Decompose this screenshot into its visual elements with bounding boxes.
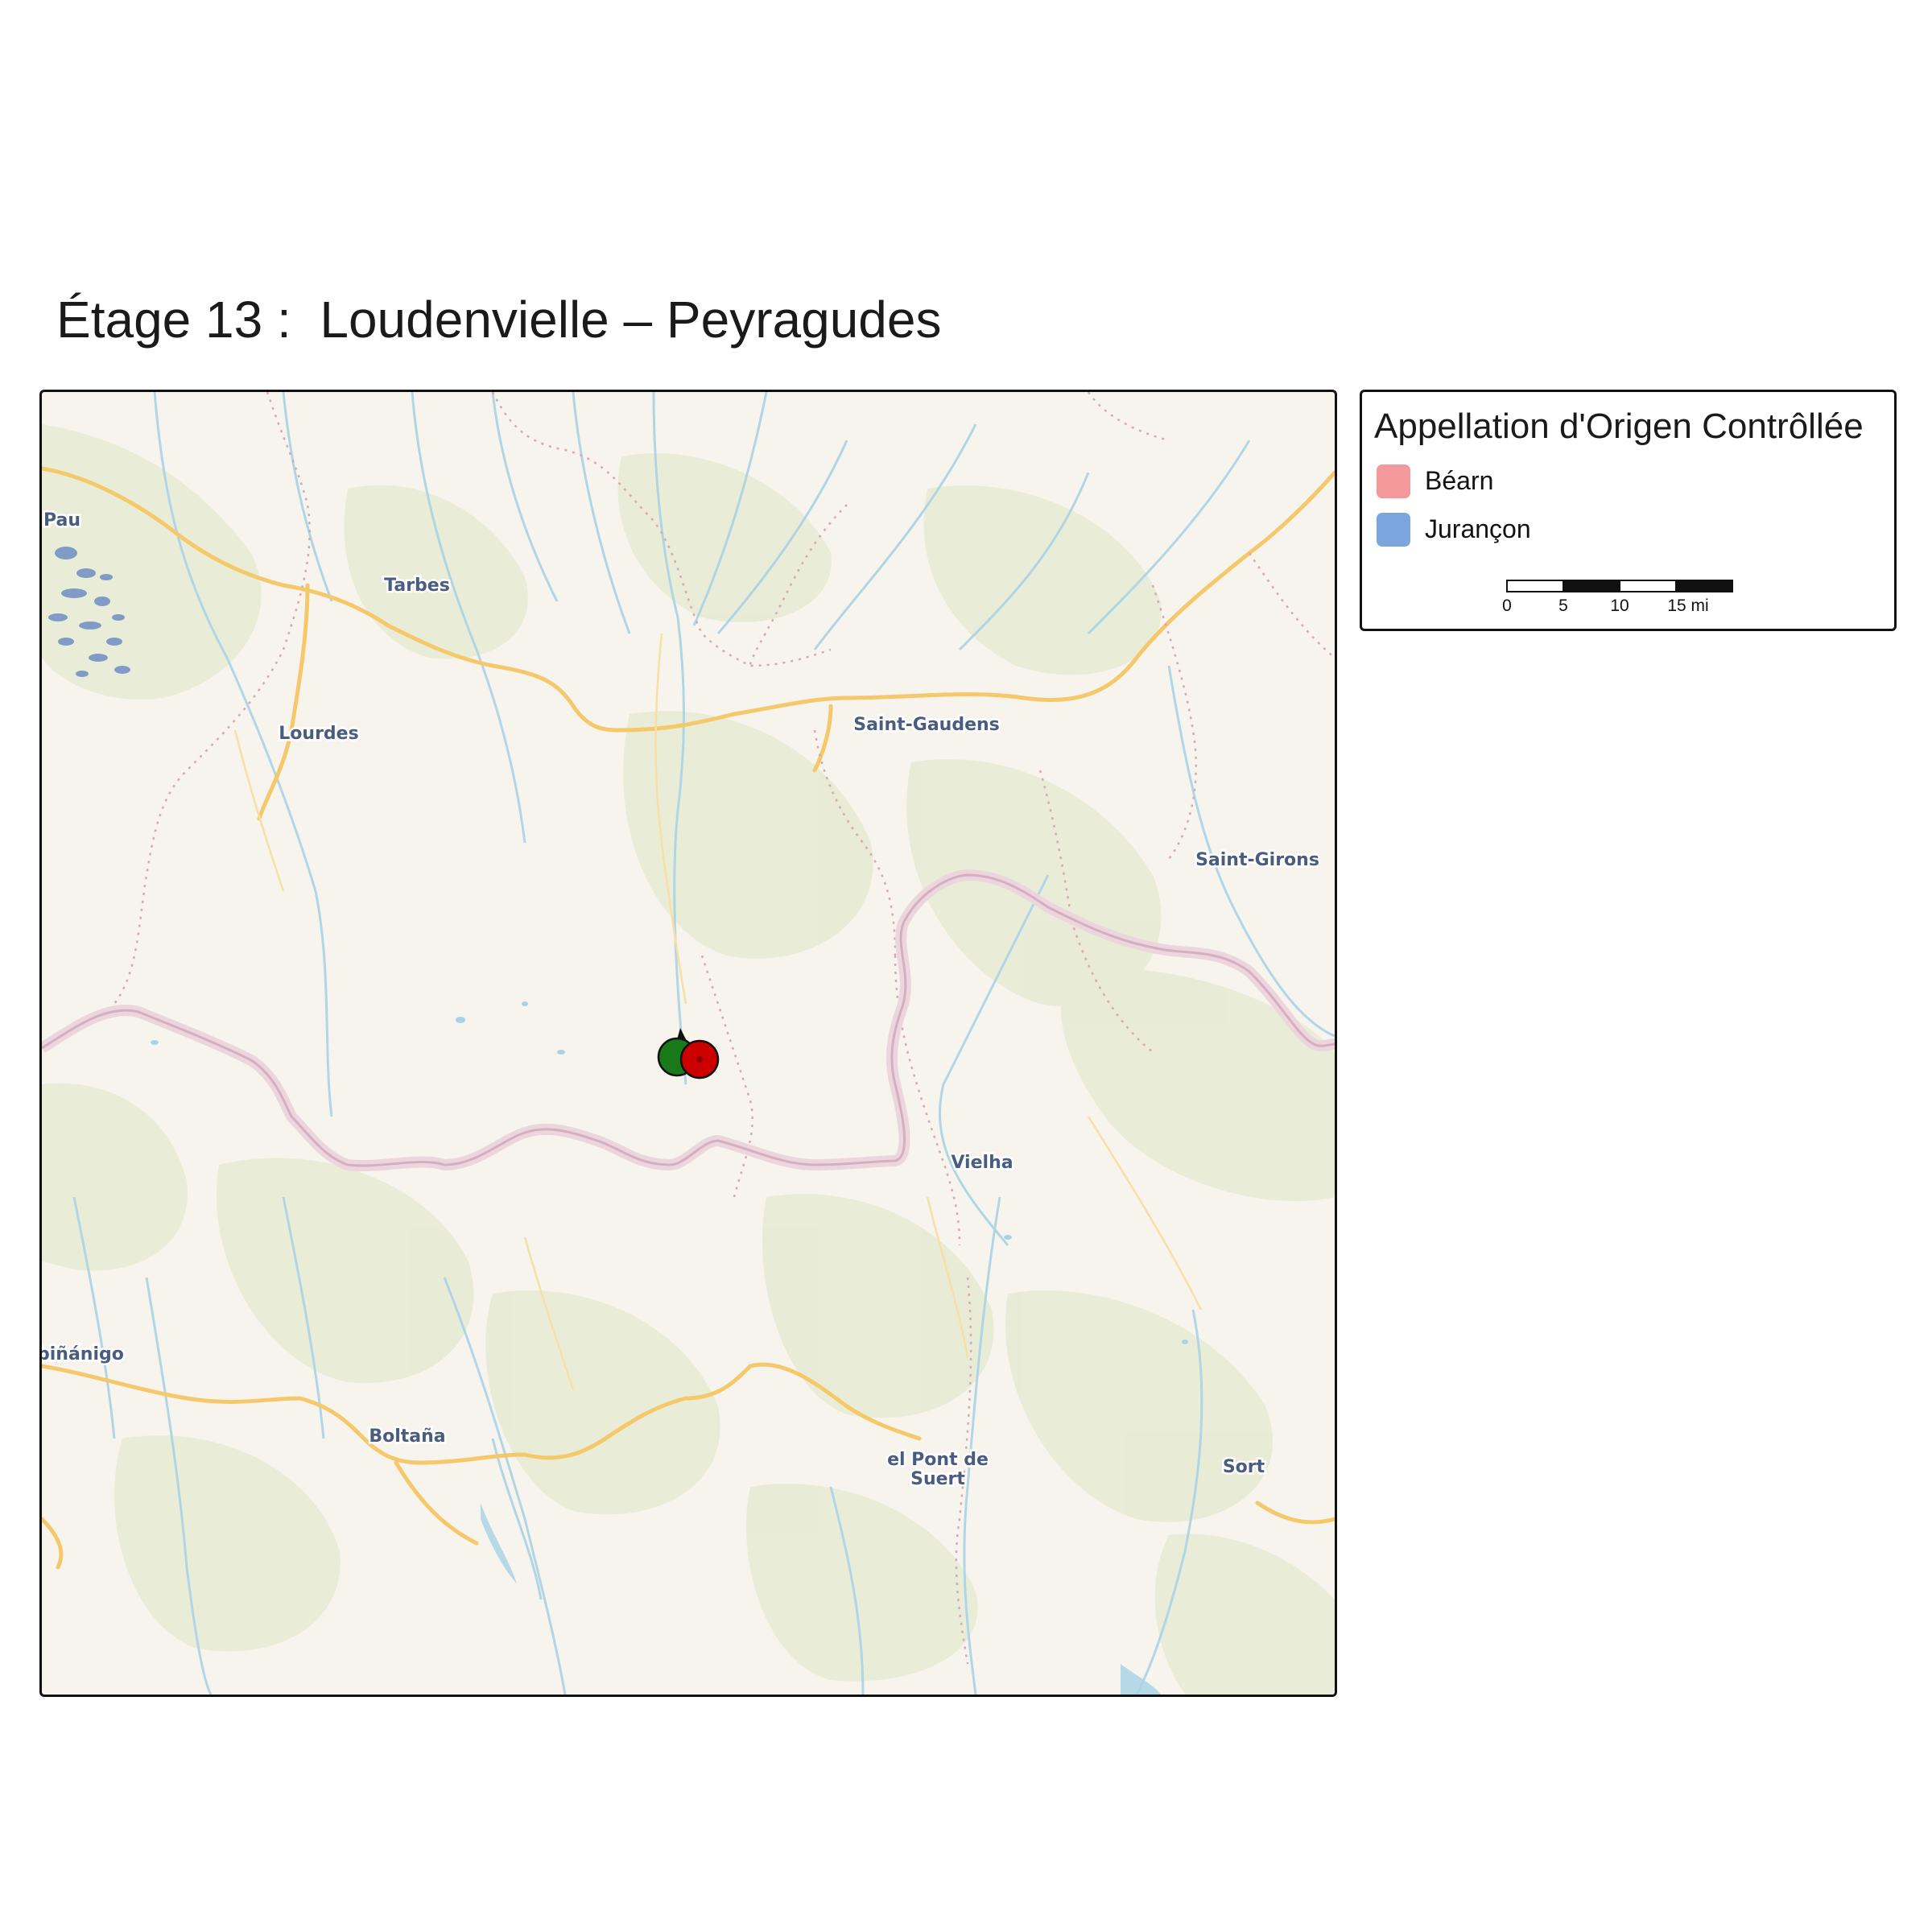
place-label-el-pont-de-suert-2: Suert	[910, 1469, 965, 1489]
place-label-saint-gaudens: Saint-Gaudens	[853, 715, 1000, 735]
legend-swatch-bearn	[1377, 464, 1410, 498]
place-label-vielha: Vielha	[951, 1153, 1013, 1173]
legend-label-bearn: Béarn	[1425, 466, 1494, 495]
legend-swatch-jurancon	[1377, 513, 1410, 547]
place-label-pau: Pau	[43, 510, 80, 530]
place-label-el-pont-de-suert-1: el Pont de	[887, 1450, 989, 1470]
legend-label-jurancon: Jurançon	[1425, 514, 1531, 543]
scale-segment-3	[1619, 580, 1677, 592]
scale-tick-10: 10	[1610, 597, 1629, 615]
place-label-saint-girons: Saint-Girons	[1195, 850, 1319, 870]
place-label-lourdes: Lourdes	[279, 724, 358, 744]
legend-panel: Appellation d'Origen Contrôllée Béarn Ju…	[1360, 390, 1897, 631]
map-panel[interactable]: Pau Tarbes Lourdes Saint-Gaudens Saint-G…	[39, 390, 1337, 1697]
scale-segment-2	[1563, 580, 1620, 592]
finish-marker-dot	[696, 1056, 703, 1063]
scale-bar: 0 5 10 15 mi	[1502, 580, 1733, 615]
scale-segment-1	[1506, 580, 1564, 592]
scale-tick-15: 15 mi	[1667, 597, 1708, 615]
scale-tick-5: 5	[1558, 597, 1568, 615]
place-label-sort: Sort	[1223, 1457, 1265, 1477]
place-label-tarbes: Tarbes	[384, 576, 450, 596]
scale-tick-0: 0	[1502, 597, 1512, 615]
scale-segment-4	[1675, 580, 1733, 592]
stage-markers[interactable]	[657, 1028, 720, 1080]
place-label-sabinanigo: biñánigo	[42, 1344, 124, 1364]
place-label-boltana: Boltaña	[369, 1426, 445, 1447]
page-title: Étage 13 : Loudenvielle – Peyragudes	[56, 291, 942, 349]
map-canvas[interactable]: Pau Tarbes Lourdes Saint-Gaudens Saint-G…	[42, 392, 1335, 1695]
legend-title: Appellation d'Origen Contrôllée	[1374, 407, 1864, 446]
